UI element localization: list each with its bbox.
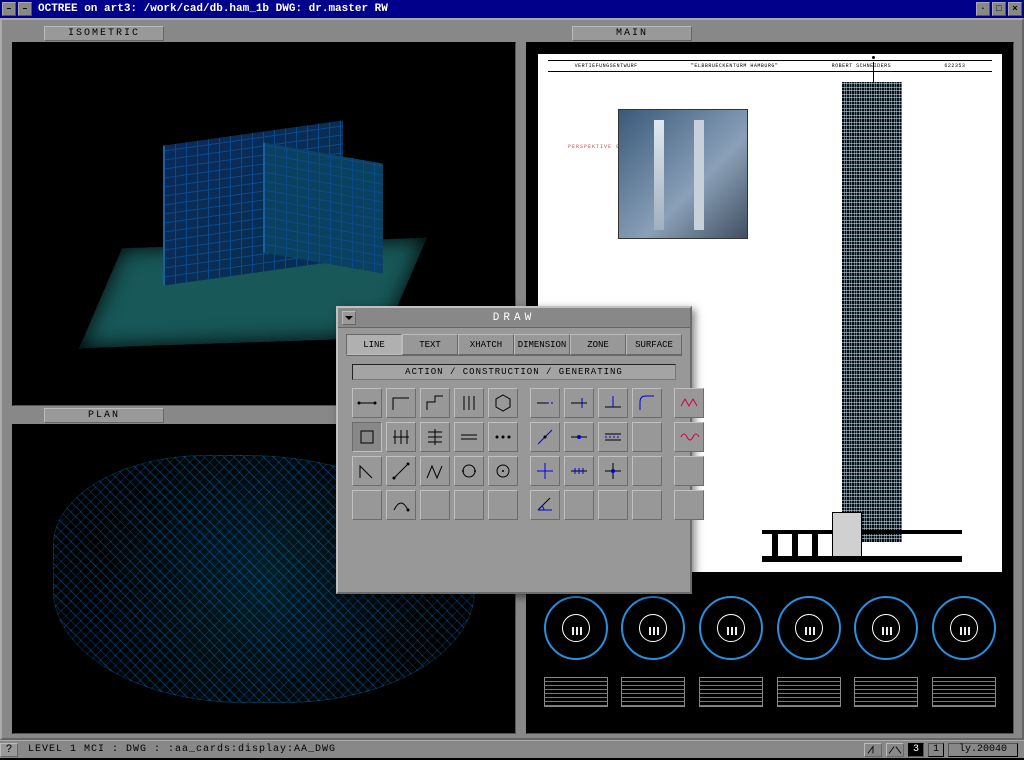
- tab-dimension[interactable]: DIMENSION: [514, 334, 570, 355]
- section-label: ACTION / CONSTRUCTION / GENERATING: [352, 364, 676, 380]
- floor-plan-3: [699, 596, 763, 660]
- draw-dialog[interactable]: DRAW LINE TEXT XHATCH DIMENSION ZONE SUR…: [336, 306, 692, 594]
- floor-plan-6: [932, 596, 996, 660]
- line-segment-icon[interactable]: [352, 388, 382, 418]
- floor-plan-4: [777, 596, 841, 660]
- empty-c1-icon[interactable]: [632, 422, 662, 452]
- angle-line-icon[interactable]: [352, 456, 382, 486]
- tool-group-action: [352, 388, 518, 520]
- perspective-render: [618, 109, 748, 239]
- tab-xhatch[interactable]: XHATCH: [458, 334, 514, 355]
- polyline-step-icon[interactable]: [420, 388, 450, 418]
- dialog-title[interactable]: DRAW: [338, 308, 690, 328]
- tab-surface[interactable]: SURFACE: [626, 334, 682, 355]
- maximize-button[interactable]: □: [992, 2, 1006, 16]
- cross-icon[interactable]: [530, 456, 560, 486]
- empty-1-icon[interactable]: [352, 490, 382, 520]
- empty-2-icon[interactable]: [420, 490, 450, 520]
- statusbar: ? LEVEL 1 MCI : DWG : :aa_cards:display:…: [0, 740, 1024, 758]
- wave-1-icon[interactable]: [674, 388, 704, 418]
- window-title: OCTREE on art3: /work/cad/db.ham_1b DWG:…: [38, 3, 976, 15]
- tab-plan[interactable]: PLAN: [44, 408, 164, 423]
- hexagon-icon[interactable]: [488, 388, 518, 418]
- pin-1-button[interactable]: –: [2, 2, 16, 16]
- pin-2-button[interactable]: –: [18, 2, 32, 16]
- minimize-button[interactable]: ·: [976, 2, 990, 16]
- floor-plan-row: [537, 583, 1003, 723]
- snap-2-icon[interactable]: [886, 743, 904, 757]
- double-line-icon[interactable]: [454, 422, 484, 452]
- arc-pt-icon[interactable]: [386, 490, 416, 520]
- floor-plan-2: [621, 596, 685, 660]
- empty-c5-icon[interactable]: [632, 490, 662, 520]
- tower-elevation: [842, 82, 902, 542]
- main-frame: ISOMETRIC PLAN MAIN VERTIEFUNGSENTWURF "…: [0, 18, 1024, 740]
- dot-line-icon[interactable]: [488, 422, 518, 452]
- status-text: LEVEL 1 MCI : DWG : :aa_cards:display:AA…: [22, 744, 864, 755]
- wave-2-icon[interactable]: [674, 422, 704, 452]
- tool-group-construction: [530, 388, 662, 520]
- empty-3-icon[interactable]: [454, 490, 484, 520]
- circle-center-icon[interactable]: [488, 456, 518, 486]
- midpoint-icon[interactable]: [564, 422, 594, 452]
- rectangle-icon[interactable]: [352, 422, 382, 452]
- tab-zone[interactable]: ZONE: [570, 334, 626, 355]
- help-button[interactable]: ?: [0, 743, 18, 757]
- tool-group-generating: [674, 388, 704, 520]
- dialog-menu-icon[interactable]: [342, 311, 356, 325]
- tab-line[interactable]: LINE: [346, 334, 402, 355]
- tower-base: [762, 492, 962, 562]
- tangent-diag-icon[interactable]: [530, 422, 560, 452]
- empty-4-icon[interactable]: [488, 490, 518, 520]
- floor-plan-1: [544, 596, 608, 660]
- intersect-icon[interactable]: [598, 456, 628, 486]
- parallel-lines-icon[interactable]: [454, 388, 484, 418]
- status-layer[interactable]: ly.20040: [948, 743, 1018, 757]
- empty-g1-icon[interactable]: [674, 456, 704, 486]
- sheet-title-row: VERTIEFUNGSENTWURF "ELBBRUECKENTURM HAMB…: [548, 60, 992, 72]
- empty-c2-icon[interactable]: [632, 456, 662, 486]
- empty-g2-icon[interactable]: [674, 490, 704, 520]
- bisect-icon[interactable]: [598, 422, 628, 452]
- tab-main[interactable]: MAIN: [572, 26, 692, 41]
- perp-line-icon[interactable]: [598, 388, 628, 418]
- angle-ref-icon[interactable]: [530, 490, 560, 520]
- close-button[interactable]: ×: [1008, 2, 1022, 16]
- status-val-1[interactable]: 3: [908, 743, 924, 757]
- trim-line-icon[interactable]: [530, 388, 560, 418]
- tab-text[interactable]: TEXT: [402, 334, 458, 355]
- tab-isometric[interactable]: ISOMETRIC: [44, 26, 164, 41]
- dialog-tabs: LINE TEXT XHATCH DIMENSION ZONE SURFACE: [346, 334, 682, 356]
- diagonal-icon[interactable]: [386, 456, 416, 486]
- fillet-icon[interactable]: [632, 388, 662, 418]
- status-val-2[interactable]: 1: [928, 743, 944, 757]
- offset-vertical-icon[interactable]: [386, 422, 416, 452]
- snap-1-icon[interactable]: [864, 743, 882, 757]
- extend-line-icon[interactable]: [564, 388, 594, 418]
- circle-2pt-icon[interactable]: [454, 456, 484, 486]
- offset-horizontal-icon[interactable]: [420, 422, 450, 452]
- empty-c4-icon[interactable]: [598, 490, 628, 520]
- divide-icon[interactable]: [564, 456, 594, 486]
- empty-c3-icon[interactable]: [564, 490, 594, 520]
- zigzag-icon[interactable]: [420, 456, 450, 486]
- floor-plan-5: [854, 596, 918, 660]
- titlebar: – – OCTREE on art3: /work/cad/db.ham_1b …: [0, 0, 1024, 18]
- polyline-open-icon[interactable]: [386, 388, 416, 418]
